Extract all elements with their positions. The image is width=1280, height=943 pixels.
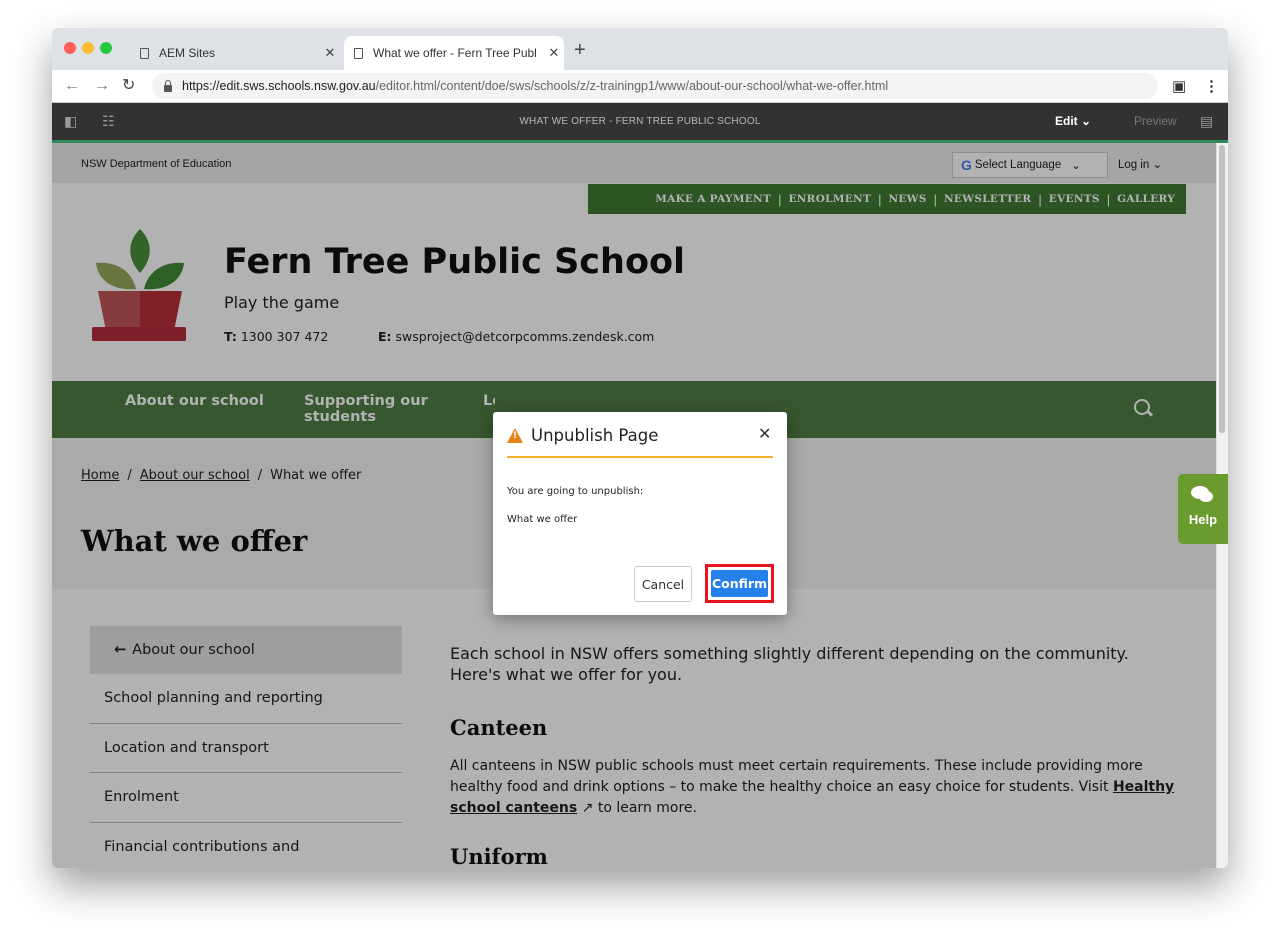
confirm-highlight: Confirm: [705, 564, 774, 603]
confirm-button[interactable]: Confirm: [711, 570, 768, 597]
browser-window: AEM Sites ✕ What we offer - Fern Tree Pu…: [52, 28, 1228, 868]
page-icon: [354, 47, 363, 59]
minimize-window-button[interactable]: [82, 42, 94, 54]
cancel-button[interactable]: Cancel: [634, 566, 692, 602]
mode-selector[interactable]: Edit ⌄: [1055, 114, 1091, 128]
tab-title: AEM Sites: [159, 46, 216, 60]
close-icon[interactable]: ✕: [758, 424, 771, 443]
editor-page-title: WHAT WE OFFER - FERN TREE PUBLIC SCHOOL: [519, 116, 761, 127]
preview-button[interactable]: Preview: [1134, 114, 1177, 128]
chevron-down-icon: ⌄: [1081, 114, 1092, 128]
forward-arrow-icon[interactable]: →: [94, 76, 110, 96]
address-bar: ← → ↻ https://edit.sws.schools.nsw.gov.a…: [52, 70, 1228, 103]
back-arrow-icon[interactable]: ←: [64, 76, 80, 96]
url-domain: https://edit.sws.schools.nsw.gov.au: [182, 79, 376, 93]
zoom-window-button[interactable]: [100, 42, 112, 54]
dialog-title: Unpublish Page: [531, 426, 659, 445]
tab-bar: AEM Sites ✕ What we offer - Fern Tree Pu…: [52, 28, 1228, 70]
tab-what-we-offer[interactable]: What we offer - Fern Tree Publ ✕: [344, 36, 564, 70]
unpublish-dialog: ! Unpublish Page ✕ You are going to unpu…: [493, 412, 787, 615]
reload-icon[interactable]: ↻: [122, 76, 135, 96]
help-tab[interactable]: Help: [1178, 474, 1228, 544]
close-tab-icon[interactable]: ✕: [320, 45, 340, 61]
chat-icon-secondary: [1199, 491, 1213, 502]
help-label: Help: [1188, 512, 1218, 527]
edit-label: Edit: [1055, 114, 1078, 128]
page-icon: [140, 47, 149, 59]
close-tab-icon[interactable]: ✕: [544, 45, 564, 61]
url-path: /editor.html/content/doe/sws/schools/z/z…: [375, 79, 889, 93]
tab-title: What we offer - Fern Tree Publ: [373, 46, 537, 60]
tab-aem-sites[interactable]: AEM Sites ✕: [130, 36, 340, 70]
dialog-message: You are going to unpublish:: [507, 486, 644, 497]
dialog-divider: [507, 456, 773, 458]
url-field[interactable]: https://edit.sws.schools.nsw.gov.au/edit…: [152, 73, 1158, 99]
close-window-button[interactable]: [64, 42, 76, 54]
scrollbar-thumb[interactable]: [1219, 145, 1225, 433]
extension-icon[interactable]: ▣: [1172, 77, 1186, 95]
page-viewport: NSW Department of Education G Select Lan…: [52, 143, 1216, 868]
lock-icon: [164, 79, 172, 92]
more-menu-icon[interactable]: ⋮: [1204, 77, 1219, 95]
new-tab-button[interactable]: +: [574, 40, 586, 60]
emulator-icon[interactable]: ▤: [1200, 113, 1213, 130]
aem-editor-toolbar: ◧ ☷ WHAT WE OFFER - FERN TREE PUBLIC SCH…: [52, 103, 1228, 143]
dialog-page-name: What we offer: [507, 514, 578, 525]
warning-icon: !: [507, 428, 523, 443]
